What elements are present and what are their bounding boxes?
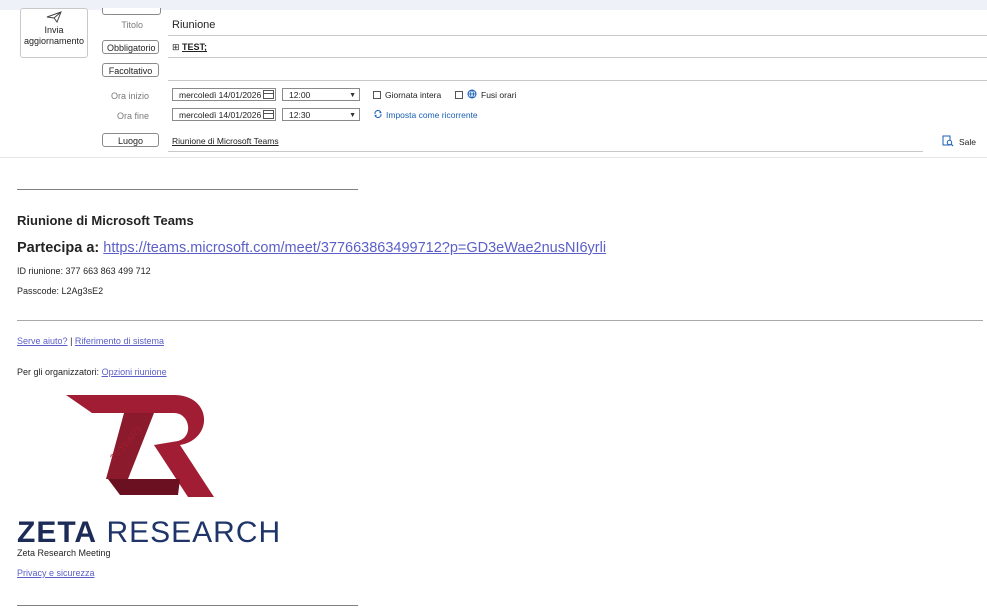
brand-wordmark: ZETA RESEARCH bbox=[17, 517, 281, 549]
privacy-link[interactable]: Privacy e sicurezza bbox=[17, 568, 95, 578]
zeta-research-logo: 20 YEARS bbox=[66, 395, 214, 497]
location-button[interactable]: Luogo bbox=[102, 133, 159, 147]
location-field[interactable]: Riunione di Microsoft Teams bbox=[172, 136, 279, 146]
send-update-button[interactable]: Invia aggiornamento bbox=[20, 8, 88, 58]
join-label: Partecipa a: bbox=[17, 240, 100, 256]
chevron-down-icon[interactable]: ▼ bbox=[349, 109, 356, 122]
meeting-header: Invia aggiornamento Titolo Riunione Obbl… bbox=[0, 8, 987, 158]
system-reference-link[interactable]: Riferimento di sistema bbox=[75, 336, 164, 346]
end-time-field[interactable]: 12:30 ▼ bbox=[282, 108, 360, 121]
all-day-checkbox[interactable] bbox=[373, 91, 381, 99]
help-row: Serve aiuto? | Riferimento di sistema bbox=[17, 336, 164, 346]
meeting-id-value: 377 663 863 499 712 bbox=[65, 266, 151, 276]
end-date-field[interactable]: mercoledì 14/01/2026 bbox=[172, 108, 276, 121]
required-button[interactable]: Obbligatorio bbox=[102, 40, 159, 54]
make-recurring-link[interactable]: Imposta come ricorrente bbox=[386, 110, 478, 120]
title-field[interactable]: Riunione bbox=[172, 19, 215, 31]
start-label: Ora inizio bbox=[110, 91, 149, 101]
start-date-field[interactable]: mercoledì 14/01/2026 bbox=[172, 88, 276, 101]
time-zones-label: Fusi orari bbox=[481, 90, 517, 100]
send-icon bbox=[46, 11, 62, 23]
body-divider-top bbox=[17, 189, 358, 190]
header-divider bbox=[0, 157, 987, 158]
help-link[interactable]: Serve aiuto? bbox=[17, 336, 68, 346]
brand-caption: Zeta Research Meeting bbox=[17, 548, 111, 558]
body-divider-bottom bbox=[17, 605, 358, 606]
passcode-row: Passcode: L2Ag3sE2 bbox=[17, 286, 103, 296]
passcode-label: Passcode: bbox=[17, 286, 60, 296]
organizers-row: Per gli organizzatori: Opzioni riunione bbox=[17, 367, 167, 377]
globe-icon bbox=[467, 89, 477, 99]
title-label: Titolo bbox=[121, 20, 143, 30]
meeting-id-row: ID riunione: 377 663 863 499 712 bbox=[17, 266, 151, 276]
room-finder-icon[interactable] bbox=[942, 135, 954, 147]
end-label: Ora fine bbox=[116, 111, 149, 121]
brand-light: RESEARCH bbox=[106, 516, 282, 549]
recurrence-icon bbox=[374, 109, 382, 119]
rooms-label[interactable]: Sale bbox=[959, 137, 976, 147]
join-link[interactable]: https://teams.microsoft.com/meet/3776638… bbox=[103, 240, 606, 256]
meeting-options-link[interactable]: Opzioni riunione bbox=[102, 367, 167, 377]
passcode-value: L2Ag3sE2 bbox=[61, 286, 104, 296]
required-field[interactable]: ⊞ TEST; bbox=[172, 42, 207, 53]
body-divider-mid bbox=[17, 320, 983, 321]
calendar-icon[interactable] bbox=[263, 90, 274, 99]
join-row: Partecipa a: https://teams.microsoft.com… bbox=[17, 240, 606, 256]
optional-button[interactable]: Facoltativo bbox=[102, 63, 159, 77]
send-update-label: Invia aggiornamento bbox=[23, 25, 85, 46]
all-day-label: Giornata intera bbox=[385, 90, 442, 100]
organizers-label: Per gli organizzatori: bbox=[17, 367, 100, 377]
from-button-edge[interactable] bbox=[102, 8, 161, 15]
teams-meeting-title: Riunione di Microsoft Teams bbox=[17, 213, 194, 228]
start-time-field[interactable]: 12:00 ▼ bbox=[282, 88, 360, 101]
brand-bold: ZETA bbox=[17, 516, 98, 549]
time-zones-checkbox[interactable] bbox=[455, 91, 463, 99]
meeting-id-label: ID riunione: bbox=[17, 266, 64, 276]
privacy-row: Privacy e sicurezza bbox=[17, 568, 95, 578]
recipient-test[interactable]: TEST; bbox=[182, 42, 207, 52]
chevron-down-icon[interactable]: ▼ bbox=[349, 89, 356, 102]
calendar-icon[interactable] bbox=[263, 110, 274, 119]
